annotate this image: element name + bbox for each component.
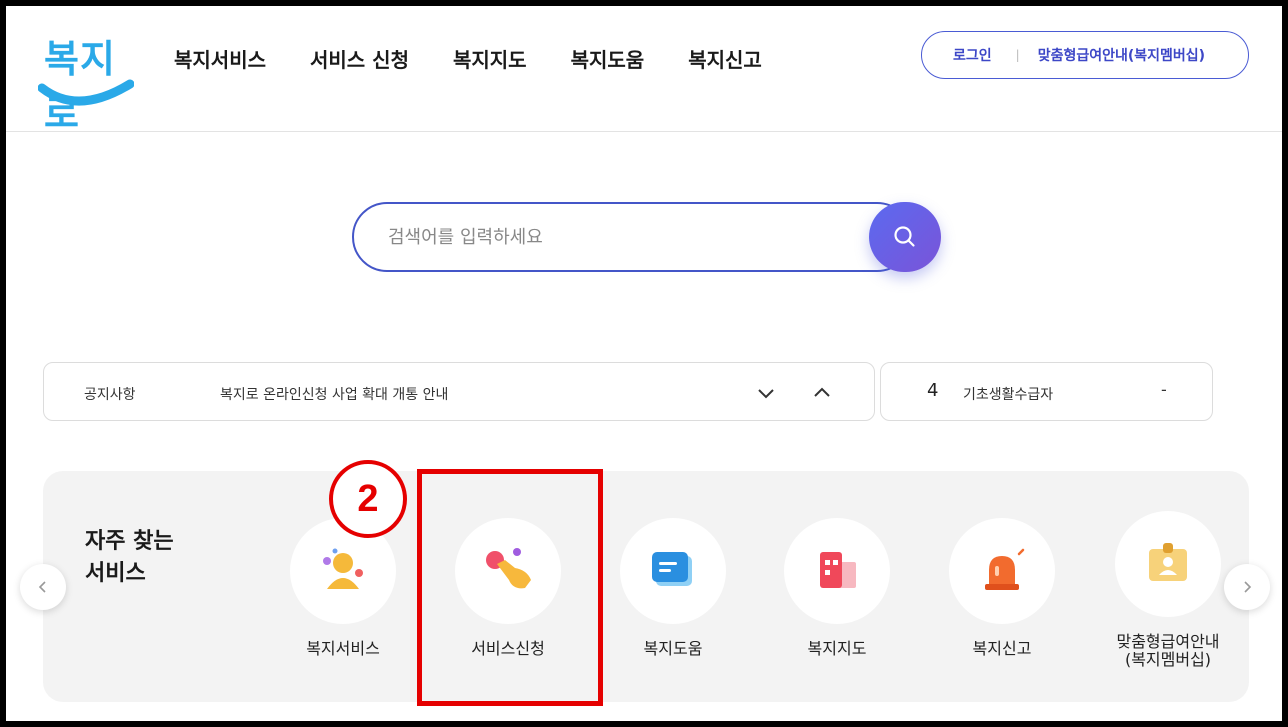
service-item-welfare-map[interactable]: 복지지도	[767, 518, 907, 658]
logo-swoosh-icon	[38, 79, 134, 106]
service-label: 복지도움	[643, 639, 703, 658]
highlight-box	[417, 469, 603, 706]
service-label: 복지신고	[972, 639, 1032, 658]
service-icon-circle	[1115, 511, 1221, 617]
chevron-right-icon	[1244, 581, 1252, 593]
service-icon-circle	[784, 518, 890, 624]
service-label: 복지서비스	[306, 639, 380, 658]
service-label: 복지지도	[807, 639, 867, 658]
carousel-prev-button[interactable]	[20, 564, 66, 610]
nav-item-welfare-services[interactable]: 복지서비스	[174, 44, 266, 73]
service-icon-circle	[620, 518, 726, 624]
service-item-benefit-guide[interactable]: 맞춤형급여안내 (복지멤버십)	[1098, 511, 1238, 669]
menu-separator: |	[1015, 48, 1020, 62]
nav-item-welfare-report[interactable]: 복지신고	[688, 44, 762, 73]
frequent-services-title: 자주 찾는 서비스	[85, 526, 195, 590]
main-nav: 복지서비스 서비스 신청 복지지도 복지도움 복지신고	[174, 44, 806, 73]
chevron-up-icon[interactable]	[812, 383, 832, 403]
nav-item-welfare-map[interactable]: 복지지도	[453, 44, 527, 73]
search-box	[352, 202, 912, 272]
user-menu: 로그인 | 맞춤형급여안내(복지멤버십)	[921, 31, 1249, 79]
frequent-title-line2: 서비스	[85, 561, 146, 586]
notice-bar: 공지사항 복지로 온라인신청 사업 확대 개통 안내	[43, 362, 875, 421]
siren-icon	[985, 548, 1025, 590]
service-item-welfare-report[interactable]: 복지신고	[932, 518, 1072, 658]
service-icon-circle	[949, 518, 1055, 624]
site-header: 복지로 복지서비스 서비스 신청 복지지도 복지도움 복지신고 로그인 | 맞춤…	[6, 6, 1282, 136]
rank-number: 4	[927, 380, 939, 401]
search-area	[352, 202, 941, 274]
popular-search-bar: 4 기초생활수급자 -	[880, 362, 1213, 421]
chevron-left-icon	[38, 581, 46, 593]
login-link[interactable]: 로그인	[953, 45, 992, 65]
nav-item-welfare-help[interactable]: 복지도움	[571, 44, 645, 73]
benefit-guide-link[interactable]: 맞춤형급여안내(복지멤버십)	[1038, 45, 1205, 65]
search-icon	[894, 226, 915, 247]
people-icon	[323, 548, 363, 589]
chevron-down-icon[interactable]	[756, 383, 776, 403]
search-input[interactable]	[388, 222, 828, 252]
frequent-title-line1: 자주 찾는	[85, 529, 174, 554]
notice-text[interactable]: 복지로 온라인신청 사업 확대 개통 안내	[220, 384, 448, 404]
nav-item-service-apply[interactable]: 서비스 신청	[310, 44, 409, 73]
service-label: 맞춤형급여안내 (복지멤버십)	[1098, 633, 1238, 669]
chat-card-icon	[652, 552, 692, 586]
carousel-next-button[interactable]	[1224, 564, 1270, 610]
building-icon	[820, 552, 856, 588]
frequent-services: 자주 찾는 서비스 복지서비스 서비스신청 복지도움 복지지도 복지신고 맞춤형…	[43, 471, 1249, 702]
search-button[interactable]	[869, 202, 941, 272]
service-item-welfare-services[interactable]: 복지서비스	[273, 518, 413, 658]
notice-tag: 공지사항	[84, 387, 136, 403]
service-label-line1: 맞춤형급여안내	[1116, 632, 1220, 651]
id-card-icon	[1149, 543, 1187, 581]
rank-trend: -	[1161, 380, 1167, 399]
service-label-line2: (복지멤버십)	[1124, 650, 1212, 669]
popular-keyword[interactable]: 기초생활수급자	[963, 384, 1053, 404]
page-frame: 복지로 복지서비스 서비스 신청 복지지도 복지도움 복지신고 로그인 | 맞춤…	[0, 0, 1288, 727]
step-number-badge: 2	[329, 460, 407, 538]
logo[interactable]: 복지로	[38, 28, 138, 136]
service-item-welfare-help[interactable]: 복지도움	[603, 518, 743, 658]
